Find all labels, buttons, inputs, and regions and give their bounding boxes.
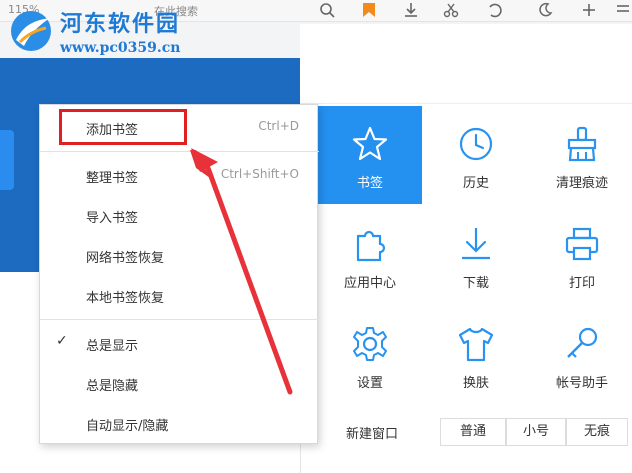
tile-clear-traces[interactable]: 清理痕迹 bbox=[530, 106, 632, 204]
watermark-title: 河东软件园 bbox=[60, 11, 181, 37]
tile-settings[interactable]: 设置 bbox=[318, 306, 422, 404]
menu-item-restore-network-bookmarks[interactable]: 网络书签恢复 bbox=[40, 237, 319, 273]
bookmark-context-menu: 添加书签 Ctrl+D 整理书签 Ctrl+Shift+O 导入书签 网络书签恢… bbox=[39, 104, 319, 444]
menu-item-import-bookmarks[interactable]: 导入书签 bbox=[40, 197, 319, 233]
broom-icon bbox=[567, 126, 597, 162]
tile-app-center[interactable]: 应用中心 bbox=[318, 206, 422, 304]
tile-label: 打印 bbox=[568, 276, 595, 291]
watermark-logo-icon bbox=[11, 11, 51, 51]
bookmark-ribbon-icon[interactable] bbox=[360, 1, 378, 19]
star-icon bbox=[352, 126, 388, 161]
menu-item-label: 本地书签恢复 bbox=[86, 291, 165, 306]
new-window-small-button[interactable]: 小号 bbox=[506, 418, 566, 446]
tile-bookmarks-active[interactable]: 书签 bbox=[318, 106, 422, 204]
watermark-url: www.pc0359.cn bbox=[60, 40, 181, 56]
menu-separator bbox=[40, 151, 319, 152]
undo-icon[interactable] bbox=[486, 1, 504, 19]
menu-item-shortcut: Ctrl+Shift+O bbox=[220, 167, 299, 181]
tile-history[interactable]: 历史 bbox=[424, 106, 528, 204]
check-icon: ✓ bbox=[56, 333, 68, 349]
tile-label: 应用中心 bbox=[343, 276, 396, 291]
menu-item-label: 网络书签恢复 bbox=[86, 251, 165, 266]
clock-icon bbox=[459, 127, 493, 161]
new-window-normal-button[interactable]: 普通 bbox=[440, 418, 506, 446]
new-window-incognito-button[interactable]: 无痕 bbox=[566, 418, 628, 446]
menu-item-auto-show-hide[interactable]: 自动显示/隐藏 bbox=[40, 405, 319, 441]
tile-label: 清理痕迹 bbox=[555, 176, 608, 191]
quick-panel-header bbox=[300, 24, 632, 104]
menu-item-label: 整理书签 bbox=[86, 171, 139, 186]
menu-item-label: 总是显示 bbox=[86, 339, 139, 354]
puzzle-icon bbox=[356, 230, 386, 262]
menu-item-label: 总是隐藏 bbox=[86, 379, 139, 394]
tile-label: 历史 bbox=[462, 176, 489, 191]
tile-label: 设置 bbox=[356, 376, 383, 391]
plus-icon[interactable] bbox=[580, 1, 598, 19]
menu-item-restore-local-bookmarks[interactable]: 本地书签恢复 bbox=[40, 277, 319, 313]
moon-icon[interactable] bbox=[536, 1, 554, 19]
gear-icon bbox=[353, 327, 387, 361]
tile-label: 书签 bbox=[356, 176, 383, 191]
menu-item-organize-bookmarks[interactable]: 整理书签 Ctrl+Shift+O bbox=[40, 157, 319, 193]
menu-item-always-show[interactable]: ✓ 总是显示 bbox=[40, 325, 319, 361]
tshirt-icon bbox=[458, 327, 494, 362]
new-window-label: 新建窗口 bbox=[346, 427, 399, 442]
page-side-button[interactable] bbox=[0, 130, 14, 190]
menu-item-label: 自动显示/隐藏 bbox=[86, 419, 169, 434]
download-icon bbox=[462, 228, 490, 260]
new-window-row: 新建窗口 普通 小号 无痕 bbox=[320, 416, 632, 446]
tile-label: 换肤 bbox=[462, 376, 489, 391]
tile-download[interactable]: 下载 bbox=[424, 206, 528, 304]
tile-skin[interactable]: 换肤 bbox=[424, 306, 528, 404]
menu-item-always-hide[interactable]: 总是隐藏 bbox=[40, 365, 319, 401]
menu-item-label: 导入书签 bbox=[86, 211, 139, 226]
menu-icon[interactable] bbox=[614, 1, 632, 19]
key-icon bbox=[567, 327, 598, 358]
menu-separator bbox=[40, 319, 319, 320]
printer-icon bbox=[565, 227, 599, 261]
search-icon[interactable] bbox=[318, 1, 336, 19]
tile-account-assistant[interactable]: 帐号助手 bbox=[530, 306, 632, 404]
tile-label: 帐号助手 bbox=[555, 376, 608, 391]
scissors-icon[interactable] bbox=[442, 1, 460, 19]
menu-item-shortcut: Ctrl+D bbox=[258, 119, 299, 133]
download-icon[interactable] bbox=[402, 1, 420, 19]
tile-label: 下载 bbox=[462, 276, 489, 291]
highlight-box bbox=[59, 109, 187, 145]
tile-print[interactable]: 打印 bbox=[530, 206, 632, 304]
